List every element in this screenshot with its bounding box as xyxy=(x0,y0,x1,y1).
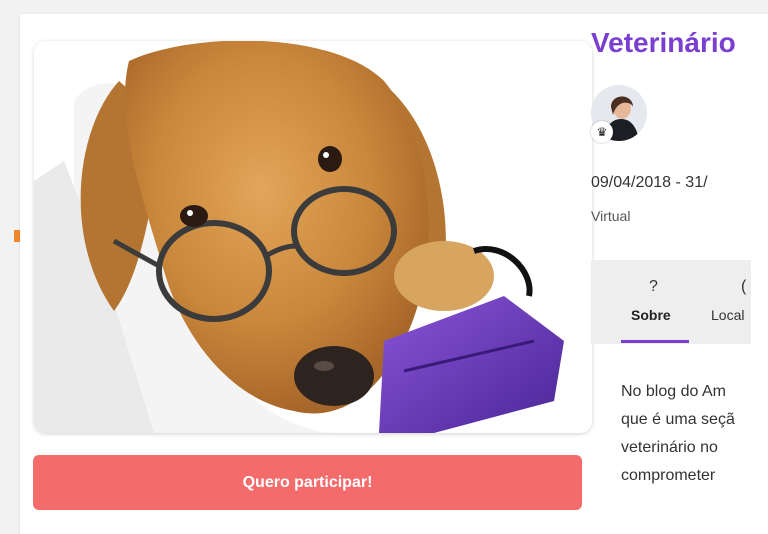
event-tabs: ? Sobre ( Local xyxy=(591,260,751,344)
event-mode: Virtual xyxy=(591,208,631,224)
tab-active-indicator xyxy=(621,340,689,343)
event-image xyxy=(34,41,592,433)
description-line: veterinário no xyxy=(621,439,718,456)
tab-label: Sobre xyxy=(631,307,671,323)
description-line: comprometer xyxy=(621,467,716,484)
tab-local[interactable]: ( Local xyxy=(711,260,768,344)
crown-icon: ♛ xyxy=(591,121,613,143)
question-icon: ? xyxy=(649,278,658,295)
description-line: No blog do Am xyxy=(621,383,726,400)
event-title: Veterinário xyxy=(591,27,736,58)
location-icon: ( xyxy=(741,278,747,295)
event-date: 09/04/2018 - 31/ xyxy=(591,174,708,191)
join-button[interactable]: Quero participar! xyxy=(33,455,582,510)
description-line: que é uma seçã xyxy=(621,411,735,428)
event-description: No blog do Am que é uma seçã veterinário… xyxy=(621,378,768,490)
tab-label: Local xyxy=(711,307,745,323)
tab-sobre[interactable]: ? Sobre xyxy=(591,260,711,344)
